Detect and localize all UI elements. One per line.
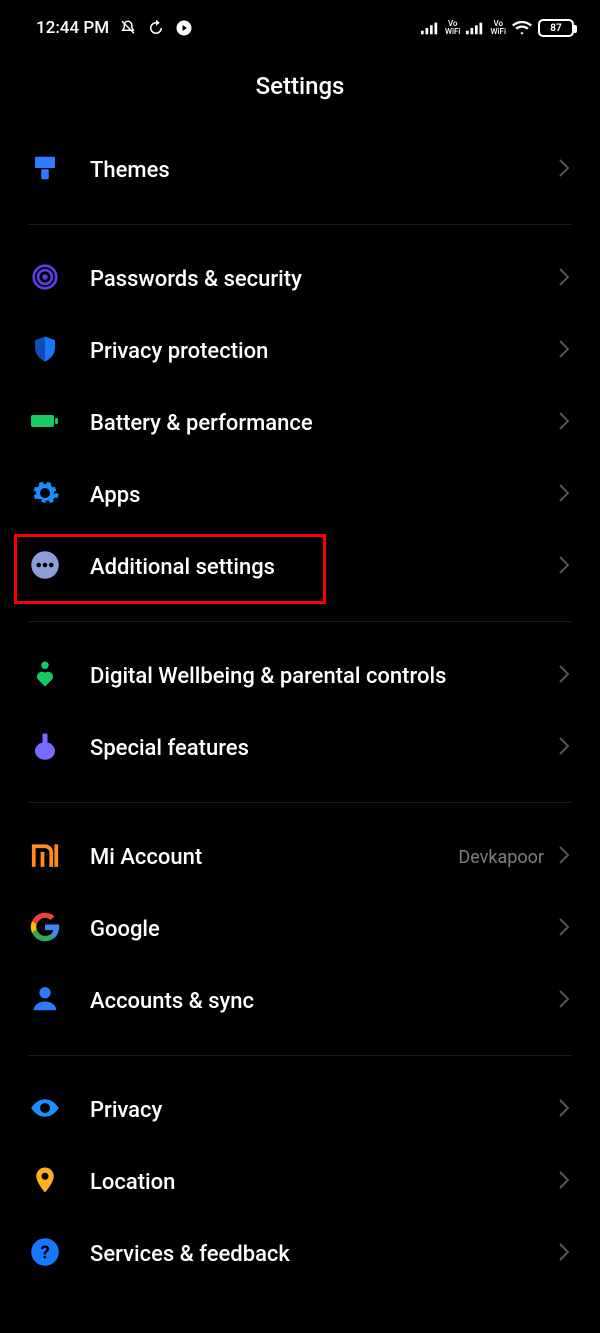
mi-icon (30, 840, 60, 874)
status-left: 12:44 PM (36, 18, 193, 38)
settings-list: Themes Passwords & security Privacy prot… (0, 134, 600, 1290)
settings-item-label: Digital Wellbeing & parental controls (90, 664, 558, 689)
settings-item-label: Apps (90, 483, 558, 508)
chevron-right-icon (558, 555, 570, 579)
vowifi-1-icon: VoWiFi (445, 20, 461, 36)
eye-icon (30, 1093, 60, 1127)
settings-item-label: Services & feedback (90, 1242, 558, 1267)
group-separator (28, 224, 572, 225)
gear-icon (30, 478, 60, 512)
svg-text:?: ? (40, 1241, 49, 1263)
flask-icon (30, 731, 60, 765)
settings-item-battery[interactable]: Battery & performance (0, 387, 600, 459)
group-separator (28, 802, 572, 803)
chevron-right-icon (558, 989, 570, 1013)
chevron-right-icon (558, 411, 570, 435)
chevron-right-icon (558, 917, 570, 941)
chevron-right-icon (558, 736, 570, 760)
chevron-right-icon (558, 483, 570, 507)
settings-item-passwords[interactable]: Passwords & security (0, 243, 600, 315)
group-separator (28, 1055, 572, 1056)
settings-item-additional[interactable]: Additional settings (0, 531, 600, 603)
settings-item-value: Devkapoor (458, 847, 544, 868)
help-icon: ? (30, 1237, 60, 1271)
settings-item-label: Additional settings (90, 555, 558, 580)
settings-item-label: Privacy protection (90, 339, 558, 364)
settings-item-wellbeing[interactable]: Digital Wellbeing & parental controls (0, 640, 600, 712)
settings-item-location[interactable]: Location (0, 1146, 600, 1218)
themes-icon (30, 153, 60, 187)
settings-item-privacy[interactable]: Privacy (0, 1074, 600, 1146)
battery-icon: 87 (538, 19, 574, 37)
signal-bars-2-icon (466, 21, 484, 35)
settings-item-apps[interactable]: Apps (0, 459, 600, 531)
settings-item-special[interactable]: Special features (0, 712, 600, 784)
settings-item-privacy-protection[interactable]: Privacy protection (0, 315, 600, 387)
page-title: Settings (0, 48, 600, 134)
chevron-right-icon (558, 664, 570, 688)
settings-item-label: Special features (90, 736, 558, 761)
status-bar: 12:44 PM VoWiFi (0, 0, 600, 48)
vowifi-2-icon: VoWiFi (490, 20, 506, 36)
chevron-right-icon (558, 1098, 570, 1122)
settings-item-label: Battery & performance (90, 411, 558, 436)
battery-icon (30, 406, 60, 440)
settings-item-themes[interactable]: Themes (0, 134, 600, 206)
status-right: VoWiFi VoWiFi 87 (421, 19, 574, 37)
chevron-right-icon (558, 845, 570, 869)
settings-item-google[interactable]: Google (0, 893, 600, 965)
person-icon (30, 984, 60, 1018)
sync-icon (147, 19, 165, 37)
settings-item-label: Themes (90, 158, 558, 183)
fingerprint-icon (30, 262, 60, 296)
status-time: 12:44 PM (36, 18, 109, 38)
shield-icon (30, 334, 60, 368)
wellbeing-icon (30, 659, 60, 693)
chevron-right-icon (558, 158, 570, 182)
settings-item-services[interactable]: ? Services & feedback (0, 1218, 600, 1290)
mute-icon (119, 19, 137, 37)
signal-bars-1-icon (421, 21, 439, 35)
settings-item-label: Mi Account (90, 845, 458, 870)
settings-item-accounts[interactable]: Accounts & sync (0, 965, 600, 1037)
pin-icon (30, 1165, 60, 1199)
battery-level: 87 (550, 23, 561, 34)
chevron-right-icon (558, 1242, 570, 1266)
dots-icon (30, 550, 60, 584)
settings-item-label: Passwords & security (90, 267, 558, 292)
settings-item-label: Privacy (90, 1098, 558, 1123)
play-icon (175, 19, 193, 37)
group-separator (28, 621, 572, 622)
settings-item-label: Google (90, 917, 558, 942)
google-icon (30, 912, 60, 946)
chevron-right-icon (558, 1170, 570, 1194)
chevron-right-icon (558, 267, 570, 291)
settings-item-mi-account[interactable]: Mi Account Devkapoor (0, 821, 600, 893)
wifi-icon (512, 20, 532, 36)
settings-item-label: Location (90, 1170, 558, 1195)
chevron-right-icon (558, 339, 570, 363)
settings-item-label: Accounts & sync (90, 989, 558, 1014)
